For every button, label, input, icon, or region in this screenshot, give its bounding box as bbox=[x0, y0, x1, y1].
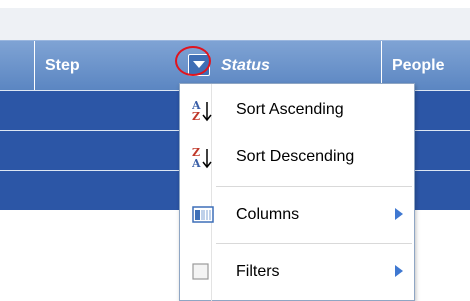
column-header-blank[interactable] bbox=[0, 41, 34, 91]
menu-item-columns[interactable]: Columns bbox=[180, 193, 414, 237]
column-header-step[interactable]: Step bbox=[34, 41, 180, 91]
columns-icon bbox=[192, 205, 214, 227]
menu-item-label: Columns bbox=[236, 206, 300, 223]
menu-item-label: Filters bbox=[236, 263, 280, 280]
menu-item-label: Sort Descending bbox=[236, 148, 355, 165]
highlight-circle bbox=[175, 46, 211, 76]
submenu-arrow-icon bbox=[395, 208, 403, 220]
svg-text:Z: Z bbox=[192, 110, 200, 123]
menu-item-sort-ascending[interactable]: A Z Sort Ascending bbox=[180, 88, 414, 132]
submenu-arrow-icon bbox=[395, 265, 403, 277]
menu-separator bbox=[216, 186, 412, 187]
toolbar-area bbox=[0, 0, 470, 40]
sort-descending-icon: Z A bbox=[191, 146, 214, 170]
column-header-step-label: Step bbox=[45, 57, 80, 74]
menu-item-sort-descending[interactable]: Z A Sort Descending bbox=[180, 135, 414, 179]
sort-ascending-icon: A Z bbox=[191, 99, 214, 123]
menu-separator bbox=[216, 243, 412, 244]
column-context-menu: A Z Sort Ascending Z A Sort Descending C… bbox=[179, 83, 415, 301]
menu-item-label: Sort Ascending bbox=[236, 101, 344, 118]
menu-item-filters[interactable]: Filters bbox=[180, 250, 414, 294]
checkbox-icon[interactable] bbox=[192, 263, 214, 285]
svg-text:A: A bbox=[192, 157, 201, 170]
toolbar-strip bbox=[0, 8, 470, 40]
